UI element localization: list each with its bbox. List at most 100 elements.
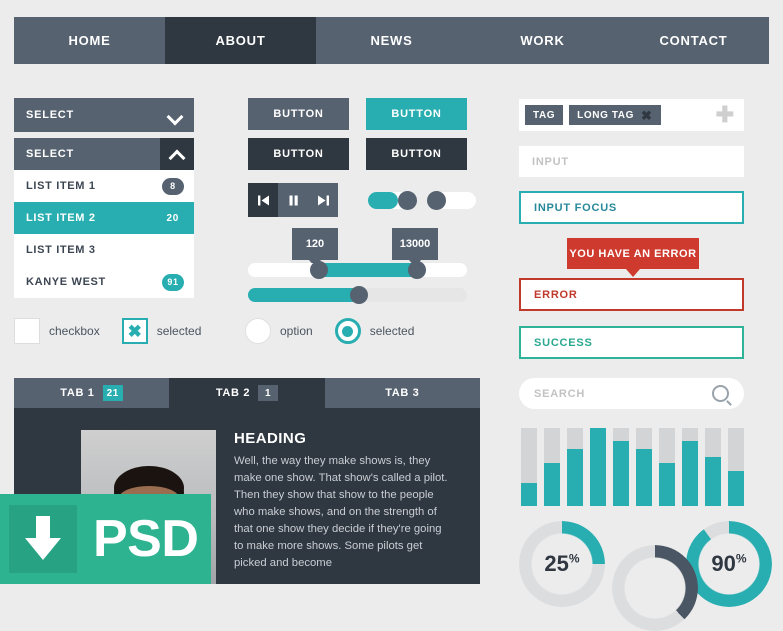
toggle-off-icon[interactable] <box>427 191 476 210</box>
checkbox-x-icon[interactable]: ✖ <box>121 318 148 344</box>
button-dark-2[interactable]: BUTTON <box>366 138 467 170</box>
tab-badge: 1 <box>258 385 279 401</box>
close-icon[interactable]: ✖ <box>641 109 653 122</box>
tab-label: TAB 1 <box>60 387 95 399</box>
radio-dot <box>342 325 354 337</box>
select-closed[interactable]: SELECT <box>14 98 194 132</box>
input-placeholder: INPUT <box>532 155 569 168</box>
radio-empty-icon[interactable] <box>245 318 271 344</box>
range-max-tooltip: 13000 <box>392 228 438 267</box>
button-dark-1[interactable]: BUTTON <box>248 138 349 170</box>
select-open: SELECT LIST ITEM 1 8 LIST ITEM 2 20 LIST… <box>14 138 194 298</box>
range-max-value: 13000 <box>399 238 431 250</box>
tab-1[interactable]: TAB 1 21 <box>14 378 170 408</box>
select-open-header[interactable]: SELECT <box>14 138 194 170</box>
content-body: Well, the way they make shows is, they m… <box>234 455 448 569</box>
radio-group: option selected <box>245 318 436 344</box>
tag-chip[interactable]: TAG <box>525 105 564 125</box>
toggle-fill <box>368 192 398 209</box>
checkbox-mark: ✖ <box>127 321 142 341</box>
input-plain[interactable]: INPUT <box>519 146 744 177</box>
list-item-badge: 8 <box>162 177 184 195</box>
chevron-down-icon <box>168 108 182 122</box>
bar-fill <box>728 470 744 506</box>
button-label: BUTTON <box>273 108 324 120</box>
tab-label: TAB 2 <box>215 387 251 399</box>
search-input[interactable]: SEARCH <box>519 378 744 409</box>
bar-fill <box>659 463 675 506</box>
tab-3[interactable]: TAB 3 <box>324 378 480 408</box>
input-value: ERROR <box>534 288 578 301</box>
skip-forward-icon[interactable] <box>308 183 338 217</box>
radio-filled-icon[interactable] <box>334 318 361 344</box>
bar-track <box>613 428 629 506</box>
bar-track <box>544 428 560 506</box>
input-focused[interactable]: INPUT FOCUS <box>519 191 744 224</box>
tab-2[interactable]: TAB 2 1 <box>169 378 325 408</box>
list-item[interactable]: KANYE WEST 91 <box>14 266 194 298</box>
bar-fill <box>682 441 698 506</box>
arrow-head <box>25 538 61 560</box>
nav-item-about[interactable]: ABOUT <box>165 17 316 64</box>
search-icon[interactable] <box>712 385 729 402</box>
bar-track <box>567 428 583 506</box>
range-slider[interactable] <box>248 261 467 279</box>
bar-track <box>682 428 698 506</box>
chevron-up-icon <box>170 147 184 161</box>
error-tooltip-text: YOU HAVE AN ERROR <box>569 247 697 260</box>
tag-input[interactable]: TAG LONG TAG ✖ ✚ <box>519 99 744 131</box>
checkbox-group: checkbox ✖ selected <box>14 318 223 344</box>
select-toggle-button[interactable] <box>160 138 194 170</box>
psd-download-ribbon[interactable]: PSD <box>0 494 211 584</box>
list-item[interactable]: LIST ITEM 1 8 <box>14 170 194 202</box>
button-label: BUTTON <box>391 108 442 120</box>
button-teal[interactable]: BUTTON <box>366 98 467 130</box>
nav-item-home[interactable]: HOME <box>14 17 165 64</box>
tag-chip-removable[interactable]: LONG TAG ✖ <box>569 105 661 125</box>
checkbox-label: checkbox <box>49 324 100 338</box>
single-slider[interactable] <box>248 286 467 304</box>
checkbox-empty-icon[interactable] <box>14 318 40 344</box>
slider-handle[interactable] <box>350 286 368 304</box>
tag-label: LONG TAG <box>577 109 635 121</box>
add-tag-icon[interactable]: ✚ <box>716 104 738 126</box>
list-item[interactable]: LIST ITEM 2 20 <box>14 202 194 234</box>
skip-back-icon[interactable] <box>248 183 278 217</box>
bar-track <box>728 428 744 506</box>
radio-label: selected <box>369 324 415 338</box>
nav-item-news[interactable]: NEWS <box>316 17 467 64</box>
toggle-group <box>368 191 476 210</box>
range-handle-min[interactable] <box>310 261 328 279</box>
button-grey[interactable]: BUTTON <box>248 98 349 130</box>
input-success[interactable]: SUCCESS <box>519 326 744 359</box>
nav-item-contact[interactable]: CONTACT <box>618 17 769 64</box>
bar-fill <box>544 463 560 506</box>
bar-fill <box>705 456 721 506</box>
toggle-on-icon[interactable] <box>368 191 417 210</box>
ui-kit-page: HOME ABOUT NEWS WORK CONTACT SELECT SELE… <box>0 0 783 631</box>
list-item[interactable]: LIST ITEM 3 <box>14 234 194 266</box>
range-handle-max[interactable] <box>408 261 426 279</box>
list-item-badge: 91 <box>162 273 184 291</box>
bar-track <box>705 428 721 506</box>
tab-label: TAB 3 <box>385 387 420 399</box>
nav-item-work[interactable]: WORK <box>467 17 618 64</box>
range-track-fill <box>316 263 416 277</box>
psd-label: PSD <box>93 510 199 568</box>
list-item-label: LIST ITEM 2 <box>26 212 96 224</box>
bar-track <box>590 428 606 506</box>
pause-icon[interactable] <box>278 183 308 217</box>
range-min-tooltip: 120 <box>292 228 338 267</box>
error-tooltip: YOU HAVE AN ERROR <box>567 238 699 277</box>
input-error[interactable]: ERROR <box>519 278 744 311</box>
button-label: BUTTON <box>391 148 442 160</box>
list-item-label: LIST ITEM 1 <box>26 180 96 192</box>
input-value: INPUT FOCUS <box>534 201 618 214</box>
bar-fill <box>613 441 629 506</box>
nav-label: NEWS <box>370 33 413 48</box>
download-arrow-icon <box>22 516 64 562</box>
bar-track <box>659 428 675 506</box>
input-value: SUCCESS <box>534 336 593 349</box>
tab-bar: TAB 1 21 TAB 2 1 TAB 3 <box>14 378 480 408</box>
toggle-knob <box>427 191 446 210</box>
